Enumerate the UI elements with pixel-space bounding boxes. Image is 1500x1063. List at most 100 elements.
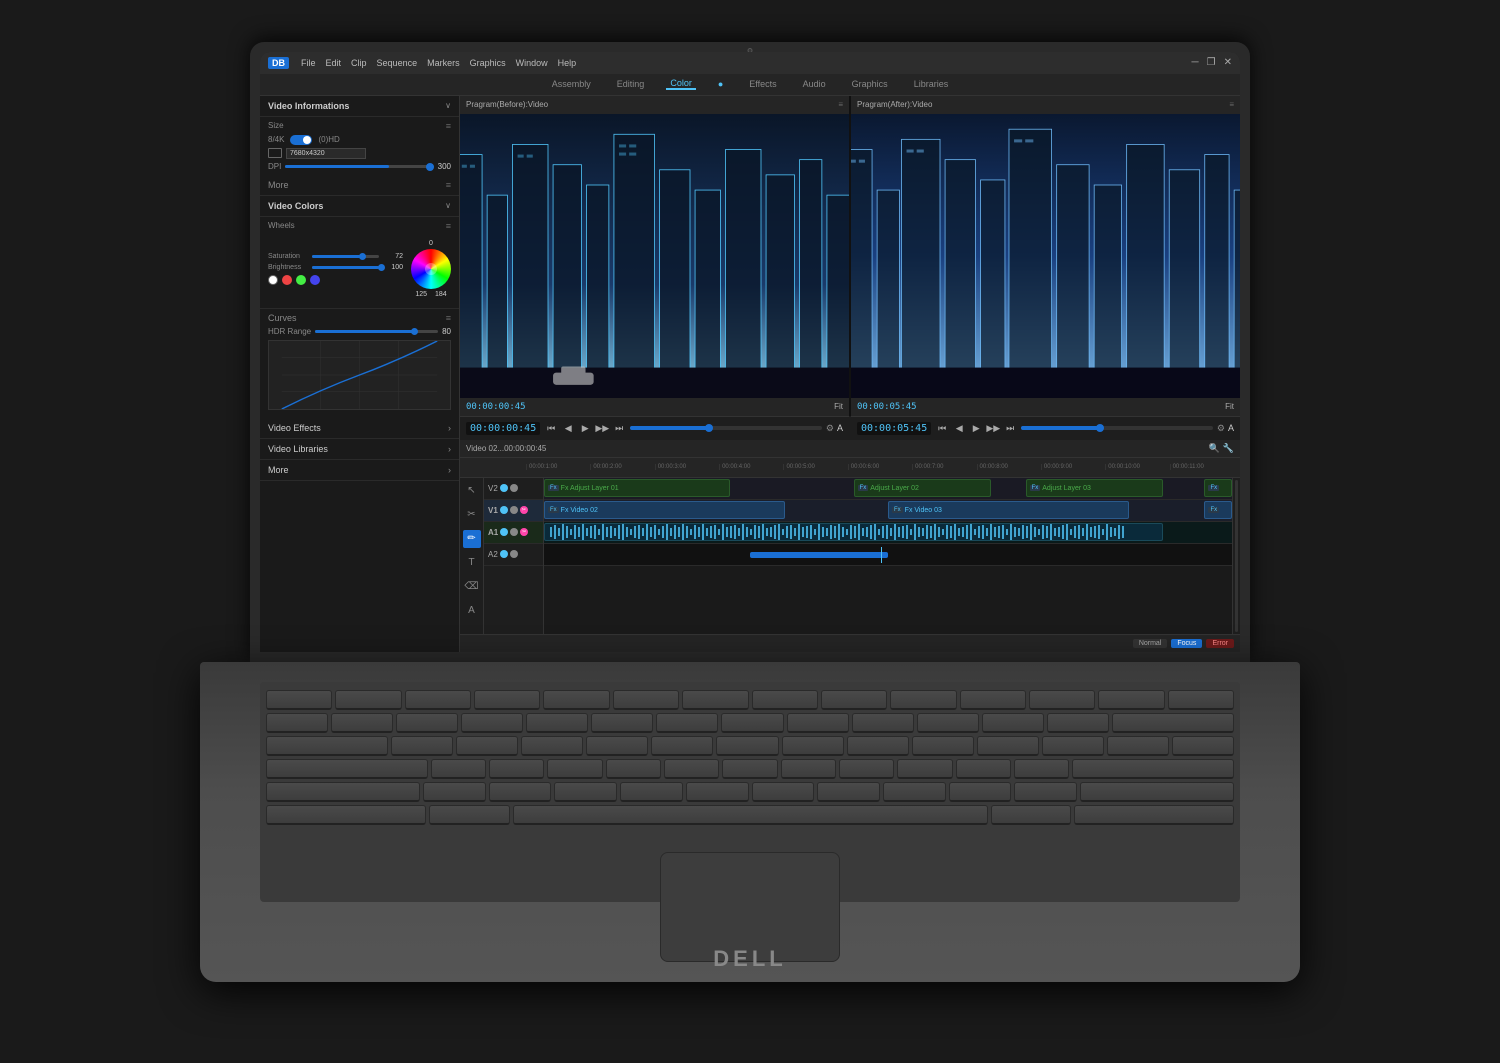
key-u[interactable] (782, 736, 844, 756)
key-tab[interactable] (266, 736, 388, 756)
menu-help[interactable]: Help (558, 58, 577, 68)
btn-skip-back-left[interactable]: ⏮ (544, 421, 558, 435)
progress-left[interactable] (630, 426, 822, 430)
tool-pen[interactable]: ✏ (463, 530, 481, 548)
key-esc[interactable] (266, 690, 332, 710)
timeline-scrollbar[interactable] (1232, 478, 1240, 634)
key-c[interactable] (554, 782, 617, 802)
color-wheel[interactable] (411, 249, 451, 289)
a-icon-left[interactable]: A (837, 423, 843, 434)
key-5[interactable] (591, 713, 653, 733)
key-quote[interactable] (1014, 759, 1069, 779)
menu-window[interactable]: Window (516, 58, 548, 68)
v1-scissors-btn[interactable]: ✂ (520, 506, 528, 514)
key-7[interactable] (721, 713, 783, 733)
key-4[interactable] (526, 713, 588, 733)
tab-graphics[interactable]: Graphics (848, 79, 892, 89)
btn-step-fwd-right[interactable]: ▶▶ (986, 421, 1000, 435)
key-tilde[interactable] (266, 713, 328, 733)
tool-type[interactable]: A (463, 602, 481, 620)
v2-eye-btn[interactable] (500, 484, 508, 492)
a-icon-right[interactable]: A (1228, 423, 1234, 434)
key-0[interactable] (917, 713, 979, 733)
key-ctrl-l[interactable] (266, 805, 426, 825)
key-rbracket[interactable] (1107, 736, 1169, 756)
key-j[interactable] (781, 759, 836, 779)
menu-graphics[interactable]: Graphics (470, 58, 506, 68)
btn-play-right[interactable]: ▶ (969, 421, 983, 435)
btn-step-fwd-left[interactable]: ▶▶ (595, 421, 609, 435)
key-lbracket[interactable] (1042, 736, 1104, 756)
video-colors-header[interactable]: Video Colors ∨ (260, 196, 459, 217)
tab-libraries[interactable]: Libraries (910, 79, 953, 89)
dpi-slider[interactable] (285, 165, 433, 168)
preview-left-menu[interactable]: ≡ (838, 100, 843, 109)
progress-right[interactable] (1021, 426, 1213, 430)
a1-eye-btn[interactable] (500, 528, 508, 536)
menu-markers[interactable]: Markers (427, 58, 460, 68)
clip-audio-02[interactable] (544, 523, 1163, 541)
key-g[interactable] (664, 759, 719, 779)
error-btn[interactable]: Error (1206, 639, 1234, 648)
brightness-slider[interactable] (312, 266, 379, 269)
key-f3[interactable] (474, 690, 540, 710)
key-backspace[interactable] (1112, 713, 1234, 733)
curves-menu-icon[interactable]: ≡ (446, 313, 451, 323)
tab-audio[interactable]: Audio (799, 79, 830, 89)
a2-eye-btn[interactable] (500, 550, 508, 558)
key-slash[interactable] (1014, 782, 1077, 802)
tool-text[interactable]: T (463, 554, 481, 572)
a1-lock-btn[interactable] (510, 528, 518, 536)
video-informations-header[interactable]: Video Informations ∨ (260, 96, 459, 117)
menu-file[interactable]: File (301, 58, 316, 68)
zoom-icon[interactable]: 🔍 (1209, 443, 1220, 454)
key-l[interactable] (897, 759, 952, 779)
btn-step-back-left[interactable]: ◀ (561, 421, 575, 435)
key-2[interactable] (396, 713, 458, 733)
key-m[interactable] (817, 782, 880, 802)
a2-lock-btn[interactable] (510, 550, 518, 558)
clip-video-03[interactable]: Fx Fx Video 03 (888, 501, 1129, 519)
key-f10[interactable] (960, 690, 1026, 710)
clip-video-02[interactable]: Fx Fx Video 02 (544, 501, 785, 519)
key-i[interactable] (847, 736, 909, 756)
key-w[interactable] (456, 736, 518, 756)
settings-icon-right[interactable]: ⚙ (1217, 423, 1225, 434)
btn-step-back-right[interactable]: ◀ (952, 421, 966, 435)
saturation-slider[interactable] (312, 255, 379, 258)
v1-lock-btn[interactable] (510, 506, 518, 514)
key-alt-l[interactable] (429, 805, 510, 825)
key-ctrl-r[interactable] (1074, 805, 1234, 825)
key-b[interactable] (686, 782, 749, 802)
tab-editing[interactable]: Editing (613, 79, 649, 89)
close-button[interactable]: ✕ (1224, 57, 1232, 68)
key-r[interactable] (586, 736, 648, 756)
key-h[interactable] (722, 759, 777, 779)
key-comma[interactable] (883, 782, 946, 802)
focus-btn[interactable]: Focus (1171, 639, 1202, 648)
toggle-8k[interactable] (290, 135, 312, 145)
key-8[interactable] (787, 713, 849, 733)
key-equals[interactable] (1047, 713, 1109, 733)
tab-effects[interactable]: Effects (745, 79, 780, 89)
btn-skip-fwd-left[interactable]: ⏭ (612, 421, 626, 435)
menu-edit[interactable]: Edit (326, 58, 342, 68)
key-x[interactable] (489, 782, 552, 802)
video-effects-item[interactable]: Video Effects › (260, 418, 459, 439)
key-v[interactable] (620, 782, 683, 802)
key-f9[interactable] (890, 690, 956, 710)
tool-eraser[interactable]: ⌫ (463, 578, 481, 596)
key-d[interactable] (547, 759, 602, 779)
wrench-icon[interactable]: 🔧 (1223, 443, 1234, 454)
key-f7[interactable] (752, 690, 818, 710)
key-q[interactable] (391, 736, 453, 756)
menu-clip[interactable]: Clip (351, 58, 367, 68)
key-f5[interactable] (613, 690, 679, 710)
key-n[interactable] (752, 782, 815, 802)
more-row[interactable]: More ≡ (260, 175, 459, 196)
key-9[interactable] (852, 713, 914, 733)
key-o[interactable] (912, 736, 974, 756)
key-enter[interactable] (1072, 759, 1234, 779)
clip-adjust-layer-01[interactable]: Fx Fx Adjust Layer 01 (544, 479, 730, 497)
key-shift-r[interactable] (1080, 782, 1234, 802)
